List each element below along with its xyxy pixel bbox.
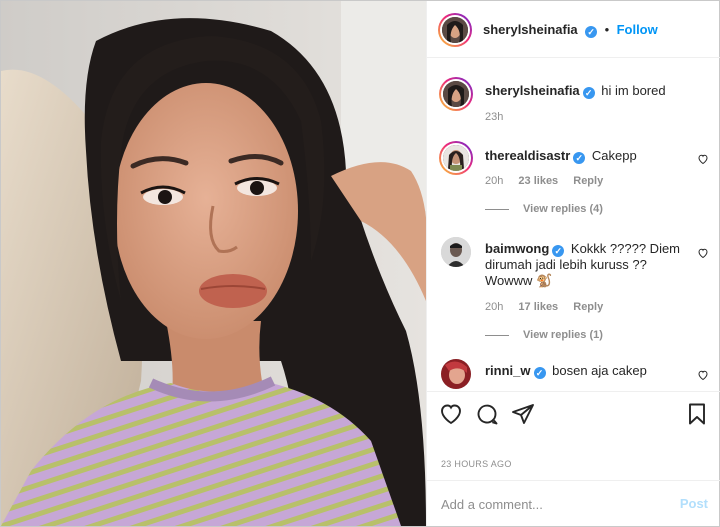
caption: sherylsheinafia ✓ hi im bored 23h bbox=[439, 77, 709, 137]
comment-like-heart-icon[interactable] bbox=[697, 247, 709, 259]
view-replies-button[interactable]: View replies (4) bbox=[485, 203, 603, 215]
comment-item: rinni_w ✓ bosen aja cakep bbox=[439, 357, 709, 391]
commenter-avatar[interactable] bbox=[439, 141, 473, 175]
commenter-avatar[interactable] bbox=[441, 359, 471, 389]
replies-divider bbox=[485, 208, 509, 210]
action-bar bbox=[427, 391, 720, 441]
comment-like-heart-icon[interactable] bbox=[697, 369, 709, 381]
caption-text: hi im bored bbox=[601, 83, 666, 98]
commenter-username[interactable]: rinni_w bbox=[485, 363, 531, 378]
author-username[interactable]: sherylsheinafia bbox=[483, 22, 578, 37]
reply-button[interactable]: Reply bbox=[573, 301, 603, 313]
view-replies-label: View replies (1) bbox=[523, 329, 603, 341]
author-avatar[interactable] bbox=[438, 13, 472, 47]
verified-badge-icon: ✓ bbox=[533, 367, 546, 379]
view-replies-button[interactable]: View replies (1) bbox=[485, 329, 603, 341]
reply-button[interactable]: Reply bbox=[573, 175, 603, 187]
comment-text: bosen aja cakep bbox=[552, 363, 647, 378]
heart-icon[interactable] bbox=[439, 402, 463, 426]
add-comment-input[interactable] bbox=[441, 495, 661, 513]
comment-likes[interactable]: 23 likes bbox=[518, 175, 558, 187]
comments-list[interactable]: sherylsheinafia ✓ hi im bored 23h thereal… bbox=[427, 59, 720, 391]
post-timestamp[interactable]: 23 HOURS AGO bbox=[441, 459, 512, 469]
commenter-username[interactable]: baimwong bbox=[485, 241, 549, 256]
post-side-panel: sherylsheinafia ✓ • Follow sherylsheinaf… bbox=[426, 1, 720, 526]
post-comment-button[interactable]: Post bbox=[680, 496, 708, 511]
replies-divider bbox=[485, 334, 509, 336]
comment-like-heart-icon[interactable] bbox=[697, 153, 709, 165]
paper-plane-icon[interactable] bbox=[511, 402, 535, 426]
verified-badge-icon: ✓ bbox=[585, 26, 598, 38]
comment-icon[interactable] bbox=[475, 402, 499, 426]
follow-button[interactable]: Follow bbox=[617, 22, 658, 37]
selfie-image bbox=[1, 1, 426, 526]
commenter-username[interactable]: therealdisastr bbox=[485, 148, 570, 163]
comment-time[interactable]: 20h bbox=[485, 301, 503, 313]
caption-username[interactable]: sherylsheinafia bbox=[485, 83, 580, 98]
commenter-avatar[interactable] bbox=[441, 237, 471, 267]
caption-time[interactable]: 23h bbox=[485, 111, 503, 123]
add-comment-bar: Post bbox=[427, 480, 720, 526]
bookmark-icon[interactable] bbox=[685, 402, 709, 426]
verified-badge-icon: ✓ bbox=[552, 245, 565, 257]
caption-avatar[interactable] bbox=[439, 77, 473, 111]
comment-item: baimwong ✓ Kokkk ????? Diem dirumah jadi … bbox=[439, 235, 709, 345]
comment-item: therealdisastr ✓ Cakepp 20h 23 likes Repl… bbox=[439, 141, 709, 221]
comment-likes[interactable]: 17 likes bbox=[518, 301, 558, 313]
view-replies-label: View replies (4) bbox=[523, 203, 603, 215]
comment-text: Cakepp bbox=[591, 148, 637, 163]
post-photo[interactable] bbox=[1, 1, 426, 526]
post-header: sherylsheinafia ✓ • Follow bbox=[427, 1, 720, 58]
verified-badge-icon: ✓ bbox=[573, 152, 586, 164]
separator-dot: • bbox=[604, 22, 610, 37]
verified-badge-icon: ✓ bbox=[582, 87, 595, 99]
comment-time[interactable]: 20h bbox=[485, 175, 503, 187]
